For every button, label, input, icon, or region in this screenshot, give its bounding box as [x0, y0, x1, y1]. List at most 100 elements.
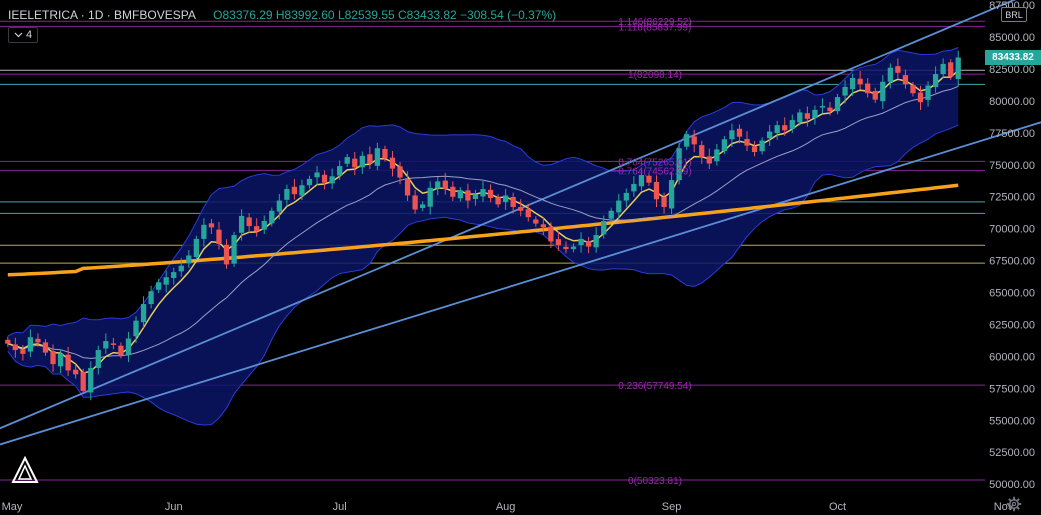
- candle-body: [208, 223, 215, 228]
- candle-body: [661, 196, 667, 207]
- candle-body: [344, 157, 350, 164]
- candle-body: [827, 107, 833, 112]
- candle-body: [593, 235, 599, 248]
- last-price-badge: 83433.82: [985, 50, 1041, 65]
- candle-body: [585, 241, 592, 247]
- candle-body: [948, 62, 954, 77]
- candle-body: [420, 204, 426, 208]
- price-tick-label: 70000.00: [989, 224, 1035, 236]
- candle-body: [917, 92, 924, 103]
- candle-body: [955, 57, 961, 79]
- indicators-toggle-button[interactable]: 4: [8, 27, 38, 43]
- time-axis[interactable]: MayJunJulAugSepOctNovDec2021: [2, 501, 1041, 513]
- candle-body: [193, 238, 199, 258]
- candle-body: [321, 174, 328, 183]
- candle-body: [314, 172, 320, 178]
- price-axis[interactable]: 87500.0085000.0082500.0080000.0077500.00…: [989, 0, 1035, 491]
- candle-body: [103, 341, 109, 349]
- price-tick-label: 72500.00: [989, 192, 1035, 204]
- symbol-title[interactable]: IEELETRICA · 1D · BMFBOVESPA: [8, 8, 196, 22]
- candle-body: [616, 200, 622, 213]
- candle-body: [872, 90, 878, 100]
- candle-body: [653, 181, 660, 200]
- time-tick-label: Jul: [333, 501, 347, 513]
- candle-body: [65, 354, 71, 371]
- candle-body: [684, 134, 690, 147]
- candle-body: [465, 190, 471, 201]
- candle-body: [80, 372, 86, 391]
- price-chart[interactable]: 1.146(86229.52)1.118(85837.99)1(82098.14…: [0, 0, 1041, 515]
- candle-body: [518, 206, 524, 211]
- candle-body: [480, 189, 486, 197]
- candle-body: [487, 189, 494, 199]
- candle-body: [5, 339, 11, 344]
- fib-label: 0(50323.81): [628, 476, 682, 487]
- candle-body: [359, 155, 365, 168]
- candle-body: [427, 187, 433, 207]
- price-tick-label: 55000.00: [989, 415, 1035, 427]
- candle-body: [608, 210, 614, 219]
- candle-body: [834, 97, 841, 112]
- candle-body: [367, 154, 373, 164]
- candle-body: [450, 186, 456, 197]
- candle-body: [533, 219, 539, 224]
- currency-button[interactable]: BRL: [1001, 7, 1027, 22]
- candle-body: [495, 197, 501, 205]
- candle-body: [751, 146, 758, 153]
- candle-body: [744, 138, 750, 146]
- candle-body: [940, 63, 946, 75]
- candle-body: [714, 149, 720, 162]
- candle-body: [276, 200, 282, 212]
- candle-body: [759, 140, 765, 152]
- candle-body: [849, 77, 856, 90]
- candle-body: [35, 338, 41, 343]
- fib-label: 0.764(74562.39): [618, 166, 691, 177]
- ohlc-values: O83376.29 H83992.60 L82539.55 C83433.82 …: [213, 8, 557, 22]
- price-tick-label: 65000.00: [989, 288, 1035, 300]
- price-tick-label: 85000.00: [989, 32, 1035, 44]
- candle-body: [865, 83, 871, 94]
- candle-body: [797, 112, 803, 123]
- candle-body: [110, 343, 117, 345]
- candle-body: [412, 195, 418, 210]
- indicator-count: 4: [25, 29, 33, 41]
- candle-body: [397, 166, 403, 178]
- candle-body: [291, 186, 298, 195]
- price-tick-label: 82500.00: [989, 64, 1035, 76]
- candle-body: [140, 304, 147, 323]
- candle-body: [910, 85, 916, 94]
- candle-body: [223, 244, 230, 265]
- candle-body: [337, 166, 343, 176]
- candle-body: [774, 125, 780, 134]
- price-tick-label: 60000.00: [989, 351, 1035, 363]
- candle-body: [782, 125, 788, 131]
- candle-body: [435, 181, 441, 189]
- candle-body: [895, 66, 901, 73]
- candle-body: [261, 221, 267, 230]
- candle-body: [457, 190, 464, 199]
- candle-body: [216, 229, 222, 244]
- candle-body: [20, 349, 26, 354]
- candle-body: [125, 338, 132, 355]
- candle-body: [578, 238, 584, 246]
- candle-body: [736, 128, 743, 137]
- price-tick-label: 57500.00: [989, 383, 1035, 395]
- candle-body: [857, 78, 863, 85]
- candle-body: [12, 344, 18, 351]
- candle-body: [502, 195, 509, 203]
- candle-body: [925, 85, 931, 100]
- candle-body: [721, 139, 728, 151]
- gear-icon[interactable]: [1006, 496, 1022, 512]
- candle-body: [472, 194, 479, 200]
- candle-body: [812, 109, 818, 119]
- candle-body: [880, 81, 886, 102]
- candle-body: [570, 246, 577, 250]
- candle-body: [540, 224, 546, 228]
- candle-body: [186, 255, 192, 264]
- candle: [193, 235, 199, 261]
- candle-body: [299, 185, 305, 196]
- candle-body: [163, 277, 169, 285]
- candle-body: [88, 367, 94, 393]
- candle-body: [389, 157, 396, 169]
- candle-body: [269, 210, 275, 224]
